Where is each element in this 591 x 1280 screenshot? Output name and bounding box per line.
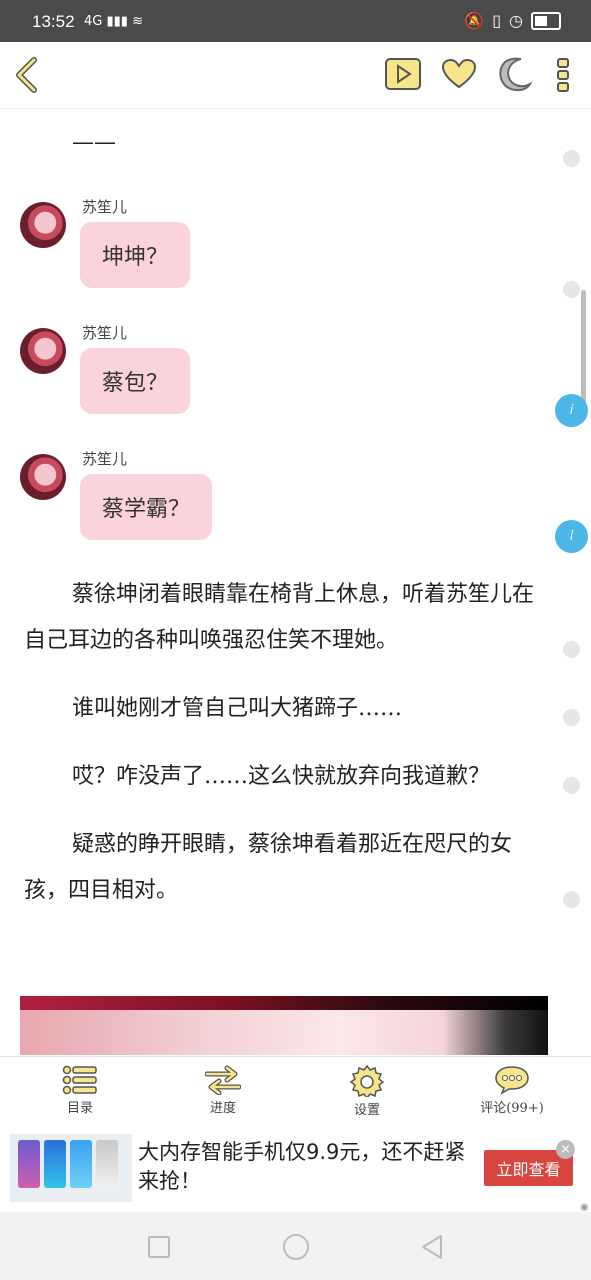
recent-apps-icon[interactable] [148,1236,170,1258]
more-vertical-icon[interactable] [552,56,574,94]
signal-icon: 4G ▮▮▮ ≋ [84,14,143,29]
paragraph: 疑惑的睁开眼睛，蔡徐坤看着那近在咫尺的女孩，四目相对。 [24,832,513,903]
status-bar: 13:52 4G ▮▮▮ ≋ 🔕 ▯ ◷ [0,0,591,42]
chapter-image[interactable] [20,996,548,1055]
ad-banner[interactable]: 大内存智能手机仅9.9元，还不赶紧来抢！ 立即查看 × ◉ [0,1120,591,1213]
paragraph-comment-dot[interactable] [563,709,580,726]
phone-image [70,1140,92,1188]
avatar[interactable] [20,328,66,374]
chat-bubble: 坤坤？ [80,222,191,288]
vibrate-icon: ▯ [492,11,502,30]
comment-badge[interactable]: i [555,394,588,427]
heart-icon[interactable] [440,57,478,91]
ad-image[interactable] [10,1134,132,1202]
tab-progress[interactable]: 进度 [163,1065,283,1116]
phone-image [18,1140,40,1188]
sender-name: 苏笙儿 [82,198,128,216]
moon-icon[interactable] [496,55,534,93]
chat-bubble: 蔡包？ [80,348,191,414]
status-icons: 🔕 ▯ ◷ [464,11,561,30]
status-time: 13:52 [32,12,75,31]
tab-catalog[interactable]: 目录 [20,1065,140,1116]
paragraph: 蔡徐坤闭着眼睛靠在椅背上休息，听着苏笙儿在自己耳边的各种叫唤强忍住笑不理她。 [24,582,535,653]
avatar[interactable] [20,454,66,500]
tab-label: 目录 [66,1101,93,1116]
battery-icon [531,11,561,30]
paragraph-comment-dot[interactable] [563,641,580,658]
sender-name: 苏笙儿 [82,450,128,468]
paragraph-comment-dot[interactable] [563,150,580,167]
comment-badge[interactable]: i [555,520,588,553]
dash-line: —— [72,130,116,155]
play-icon[interactable] [384,57,422,91]
system-nav-bar [0,1212,591,1280]
tab-label: 进度 [209,1101,236,1116]
sender-name: 苏笙儿 [82,324,128,342]
tab-label: 评论(99+) [480,1101,544,1116]
ad-text[interactable]: 大内存智能手机仅9.9元，还不赶紧来抢！ [138,1138,468,1196]
paragraph-comment-dot[interactable] [563,281,580,298]
list-icon [62,1065,97,1095]
mute-icon: 🔕 [464,11,485,30]
paragraph-comment-dot[interactable] [563,777,580,794]
tab-comments[interactable]: 评论(99+) [452,1065,572,1116]
reader-top-bar [0,42,591,109]
home-icon[interactable] [283,1234,309,1260]
arrows-icon [205,1065,241,1095]
close-icon[interactable]: × [556,1140,575,1159]
alarm-icon: ◷ [509,11,523,30]
comment-icon [495,1066,529,1095]
paragraph: 谁叫她刚才管自己叫大猪蹄子…… [72,696,403,721]
tab-label: 设置 [353,1103,380,1118]
phone-image [44,1140,66,1188]
gear-icon [350,1065,384,1097]
phone-image [96,1140,118,1188]
tab-settings[interactable]: 设置 [307,1065,427,1118]
back-icon[interactable] [12,56,42,94]
chat-bubble: 蔡学霸？ [80,474,213,540]
paragraph: 哎？咋没声了……这么快就放弃向我道歉？ [72,764,491,789]
paragraph-comment-dot[interactable] [563,891,580,908]
reader-bottom-bar: 目录 进度 设置 评论(99+) [0,1056,591,1121]
chapter-content[interactable]: —— 苏笙儿 坤坤？ 苏笙儿 蔡包？ 苏笙儿 蔡学霸？ 蔡徐坤闭着眼睛靠在椅背上… [0,110,591,1055]
back-nav-icon[interactable] [420,1234,444,1260]
avatar[interactable] [20,202,66,248]
signal-label: 4G [84,14,103,29]
